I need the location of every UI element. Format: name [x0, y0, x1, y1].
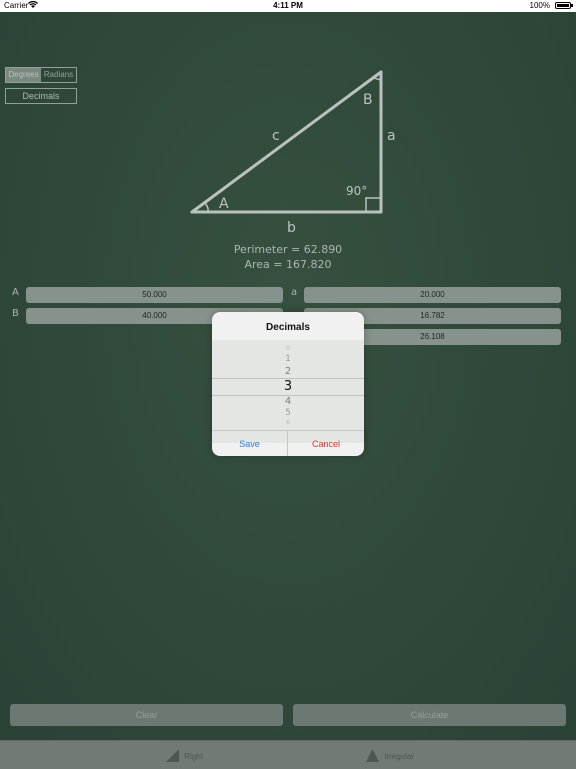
- tab-irregular[interactable]: Irregular: [366, 749, 414, 764]
- decimals-dialog: Decimals 0 1 2 3 4 5 6 Save Cancel: [212, 312, 364, 456]
- picker-option[interactable]: 6: [212, 419, 364, 426]
- picker-option-selected[interactable]: 3: [212, 379, 364, 394]
- picker-option[interactable]: 1: [212, 354, 364, 364]
- tab-right-label: Right: [184, 752, 203, 761]
- cancel-button[interactable]: Cancel: [288, 430, 364, 456]
- picker-option[interactable]: 5: [212, 408, 364, 418]
- picker-option[interactable]: 0: [212, 345, 364, 352]
- tab-bar: Right Irregular: [0, 740, 576, 769]
- decimals-picker[interactable]: 0 1 2 3 4 5 6: [212, 340, 364, 443]
- tab-irregular-label: Irregular: [384, 752, 415, 761]
- tab-right[interactable]: Right: [166, 749, 203, 764]
- right-triangle-icon: [166, 749, 179, 764]
- dialog-title: Decimals: [266, 322, 310, 333]
- triangle-icon: [366, 749, 379, 764]
- picker-option[interactable]: 2: [212, 366, 364, 377]
- save-button[interactable]: Save: [212, 430, 288, 456]
- picker-option[interactable]: 4: [212, 396, 364, 407]
